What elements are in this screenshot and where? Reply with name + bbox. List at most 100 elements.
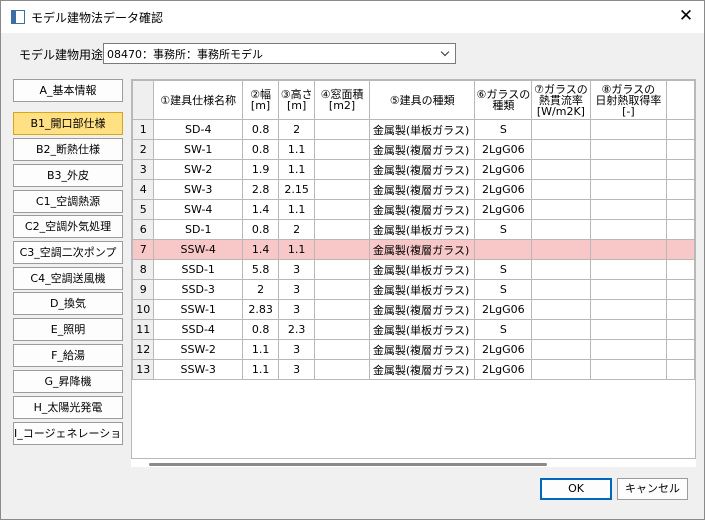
fitting-type-cell[interactable]: 金属製(複層ガラス) [368, 299, 476, 320]
sidebar-item[interactable]: C3_空調二次ポンプ [13, 241, 123, 264]
extra-cell[interactable] [666, 139, 695, 160]
glass-solar-gain-cell[interactable] [589, 119, 668, 140]
col-header-more[interactable] [666, 80, 695, 120]
glass-type-cell[interactable]: 2LgG06 [474, 159, 533, 180]
name-cell[interactable]: SW-3 [153, 179, 244, 200]
table-row[interactable]: 12 SSW-2 1.1 3 金属製(複層ガラス) 2LgG06 [132, 339, 695, 360]
glass-u-value-cell[interactable] [531, 219, 591, 240]
extra-cell[interactable] [666, 199, 695, 220]
height-cell[interactable]: 3 [278, 339, 316, 360]
width-cell[interactable]: 0.8 [242, 139, 280, 160]
fitting-type-cell[interactable]: 金属製(単板ガラス) [368, 119, 476, 140]
height-cell[interactable]: 3 [278, 259, 316, 280]
extra-cell[interactable] [666, 339, 695, 360]
glass-solar-gain-cell[interactable] [589, 219, 668, 240]
sidebar-item[interactable]: I_コージェネレーション [13, 422, 123, 445]
fitting-type-cell[interactable]: 金属製(複層ガラス) [368, 179, 476, 200]
glass-solar-gain-cell[interactable] [589, 159, 668, 180]
window-area-cell[interactable] [314, 139, 370, 160]
height-cell[interactable]: 1.1 [278, 199, 316, 220]
usage-dropdown[interactable]: 08470：事務所：事務所モデル [103, 43, 456, 64]
glass-solar-gain-cell[interactable] [589, 139, 668, 160]
glass-u-value-cell[interactable] [531, 279, 591, 300]
name-cell[interactable]: SSD-4 [153, 319, 244, 340]
fitting-type-cell[interactable]: 金属製(複層ガラス) [368, 339, 476, 360]
glass-solar-gain-cell[interactable] [589, 179, 668, 200]
glass-type-cell[interactable]: S [474, 279, 533, 300]
sidebar-item[interactable]: G_昇降機 [13, 370, 123, 393]
extra-cell[interactable] [666, 119, 695, 140]
table-row[interactable]: 5 SW-4 1.4 1.1 金属製(複層ガラス) 2LgG06 [132, 199, 695, 220]
table-row[interactable]: 9 SSD-3 2 3 金属製(単板ガラス) S [132, 279, 695, 300]
glass-type-cell[interactable]: S [474, 259, 533, 280]
window-area-cell[interactable] [314, 219, 370, 240]
name-cell[interactable]: SSD-1 [153, 259, 244, 280]
cancel-button[interactable]: キャンセル [617, 478, 688, 500]
glass-u-value-cell[interactable] [531, 199, 591, 220]
name-cell[interactable]: SD-4 [153, 119, 244, 140]
window-area-cell[interactable] [314, 239, 370, 260]
glass-u-value-cell[interactable] [531, 239, 591, 260]
col-header-width[interactable]: ②幅 [m] [242, 80, 280, 120]
close-button[interactable]: ✕ [668, 1, 704, 33]
sidebar-item[interactable]: F_給湯 [13, 344, 123, 367]
height-cell[interactable]: 2 [278, 119, 316, 140]
name-cell[interactable]: SW-2 [153, 159, 244, 180]
height-cell[interactable]: 2 [278, 219, 316, 240]
glass-u-value-cell[interactable] [531, 119, 591, 140]
height-cell[interactable]: 2.3 [278, 319, 316, 340]
glass-type-cell[interactable]: 2LgG06 [474, 139, 533, 160]
table-row[interactable]: 2 SW-1 0.8 1.1 金属製(複層ガラス) 2LgG06 [132, 139, 695, 160]
window-area-cell[interactable] [314, 279, 370, 300]
glass-solar-gain-cell[interactable] [589, 279, 668, 300]
fitting-type-cell[interactable]: 金属製(単板ガラス) [368, 319, 476, 340]
glass-type-cell[interactable]: 2LgG06 [474, 179, 533, 200]
width-cell[interactable]: 0.8 [242, 119, 280, 140]
window-area-cell[interactable] [314, 179, 370, 200]
glass-solar-gain-cell[interactable] [589, 299, 668, 320]
width-cell[interactable]: 1.4 [242, 199, 280, 220]
sidebar-item[interactable]: B1_開口部仕様 [13, 112, 123, 135]
width-cell[interactable]: 2 [242, 279, 280, 300]
name-cell[interactable]: SW-1 [153, 139, 244, 160]
extra-cell[interactable] [666, 219, 695, 240]
horizontal-scrollbar[interactable] [149, 463, 547, 466]
height-cell[interactable]: 3 [278, 359, 316, 380]
extra-cell[interactable] [666, 319, 695, 340]
glass-u-value-cell[interactable] [531, 359, 591, 380]
height-cell[interactable]: 3 [278, 299, 316, 320]
width-cell[interactable]: 0.8 [242, 219, 280, 240]
col-header-height[interactable]: ③高さ [m] [278, 80, 316, 120]
glass-u-value-cell[interactable] [531, 319, 591, 340]
width-cell[interactable]: 1.4 [242, 239, 280, 260]
width-cell[interactable]: 1.9 [242, 159, 280, 180]
glass-type-cell[interactable]: 2LgG06 [474, 299, 533, 320]
window-area-cell[interactable] [314, 339, 370, 360]
sidebar-item[interactable]: A_基本情報 [13, 79, 123, 102]
width-cell[interactable]: 1.1 [242, 339, 280, 360]
glass-solar-gain-cell[interactable] [589, 259, 668, 280]
fitting-type-cell[interactable]: 金属製(単板ガラス) [368, 259, 476, 280]
name-cell[interactable]: SSW-4 [153, 239, 244, 260]
extra-cell[interactable] [666, 259, 695, 280]
col-header-glass-u-value[interactable]: ⑦ガラスの 熱貫流率 [W/m2K] [531, 80, 591, 120]
extra-cell[interactable] [666, 159, 695, 180]
extra-cell[interactable] [666, 299, 695, 320]
table-row[interactable]: 13 SSW-3 1.1 3 金属製(複層ガラス) 2LgG06 [132, 359, 695, 380]
height-cell[interactable]: 2.15 [278, 179, 316, 200]
table-row[interactable]: 10 SSW-1 2.83 3 金属製(複層ガラス) 2LgG06 [132, 299, 695, 320]
window-area-cell[interactable] [314, 259, 370, 280]
col-header-fitting-type[interactable]: ⑤建具の種類 [368, 80, 476, 120]
window-area-cell[interactable] [314, 359, 370, 380]
sidebar-item[interactable]: C2_空調外気処理 [13, 215, 123, 238]
width-cell[interactable]: 2.8 [242, 179, 280, 200]
sidebar-item[interactable]: C4_空調送風機 [13, 267, 123, 290]
glass-solar-gain-cell[interactable] [589, 239, 668, 260]
table-row[interactable]: 3 SW-2 1.9 1.1 金属製(複層ガラス) 2LgG06 [132, 159, 695, 180]
name-cell[interactable]: SSW-2 [153, 339, 244, 360]
sidebar-item[interactable]: C1_空調熱源 [13, 190, 123, 213]
extra-cell[interactable] [666, 359, 695, 380]
glass-solar-gain-cell[interactable] [589, 319, 668, 340]
glass-type-cell[interactable]: 2LgG06 [474, 339, 533, 360]
width-cell[interactable]: 2.83 [242, 299, 280, 320]
